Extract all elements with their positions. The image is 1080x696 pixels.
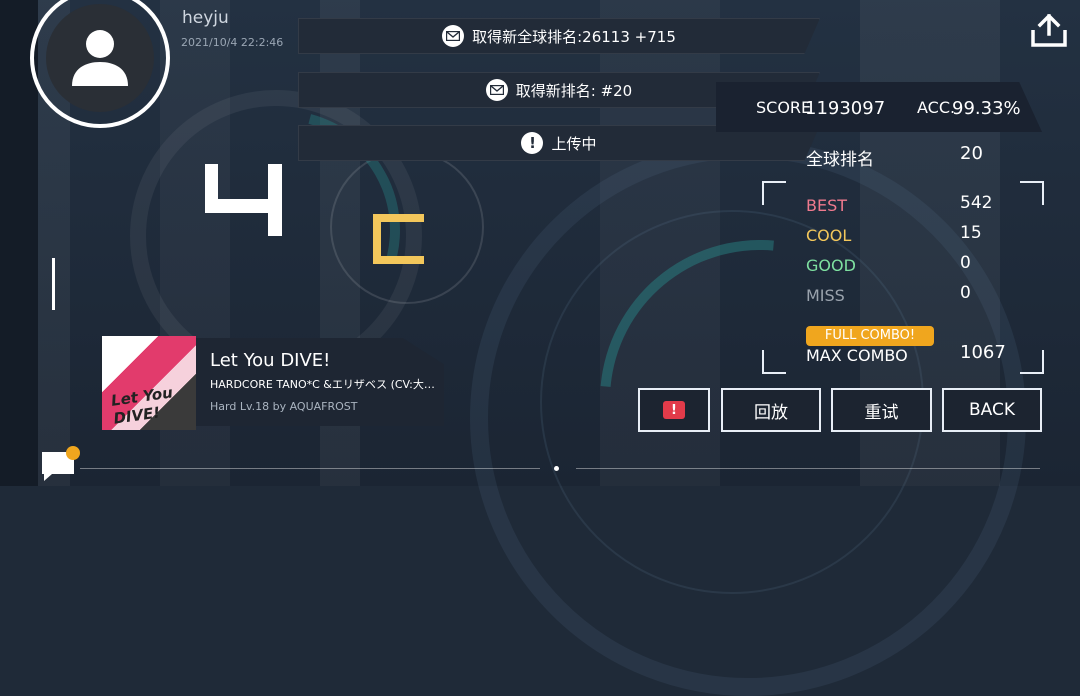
replay-button[interactable]: 回放	[721, 388, 821, 432]
play-datetime: 2021/10/4 22:2:46	[181, 36, 284, 49]
judge-good-label: GOOD	[806, 256, 856, 275]
bracket-corner	[762, 181, 786, 205]
share-upload-icon[interactable]	[1030, 13, 1068, 48]
judge-best-label: BEST	[806, 196, 848, 215]
notification-dot	[66, 446, 80, 460]
back-button[interactable]: BACK	[942, 388, 1042, 432]
divider-line	[576, 468, 1040, 469]
cover-logo-text: Let You DIVE!	[109, 383, 174, 428]
page-indicator-dot	[554, 466, 559, 471]
mail-icon	[442, 25, 465, 47]
score-label: SCORE	[756, 98, 812, 117]
report-button[interactable]: !	[638, 388, 710, 432]
song-difficulty: Hard Lv.18 by AQUAFROST	[210, 400, 358, 413]
mail-icon	[485, 79, 508, 101]
notification-text: 取得新全球排名:26113 +715	[472, 27, 676, 46]
song-title: Let You DIVE!	[210, 350, 331, 371]
bracket-corner	[762, 350, 786, 374]
judge-miss-value: 0	[960, 283, 971, 303]
username: heyju	[182, 8, 229, 28]
judge-best-value: 542	[960, 193, 993, 213]
judge-cool-value: 15	[960, 223, 982, 243]
avatar[interactable]	[46, 4, 154, 112]
divider-line	[80, 468, 540, 469]
exclamation-icon: !	[521, 132, 544, 154]
side-tick	[52, 258, 55, 310]
accuracy-label: ACC.	[917, 98, 956, 117]
song-artist: HARDCORE TANO*C &エリザベス (CV:大…	[210, 378, 435, 391]
report-icon: !	[663, 401, 685, 419]
song-cover-art: Let You DIVE!	[102, 336, 196, 430]
grade-main-mark	[205, 164, 282, 236]
bracket-corner	[1020, 350, 1044, 374]
max-combo-label: MAX COMBO	[806, 346, 908, 365]
global-rank-label: 全球排名	[806, 150, 874, 170]
max-combo-value: 1067	[960, 342, 1006, 363]
notification-global-rank: 取得新全球排名:26113 +715	[298, 18, 820, 54]
judge-miss-label: MISS	[806, 286, 845, 305]
judge-cool-label: COOL	[806, 226, 852, 245]
notification-text: 上传中	[551, 134, 597, 153]
retry-button[interactable]: 重试	[831, 388, 932, 432]
full-combo-badge: FULL COMBO!	[806, 326, 934, 346]
bracket-corner	[1020, 181, 1044, 205]
score-value: 1193097	[805, 98, 886, 119]
accuracy-value: 99.33%	[952, 98, 1021, 119]
judge-good-value: 0	[960, 253, 971, 273]
global-rank-value: 20	[960, 143, 983, 164]
user-icon	[72, 30, 128, 86]
grade-sub-mark	[373, 214, 424, 264]
notification-text: 取得新排名: #20	[515, 81, 633, 100]
